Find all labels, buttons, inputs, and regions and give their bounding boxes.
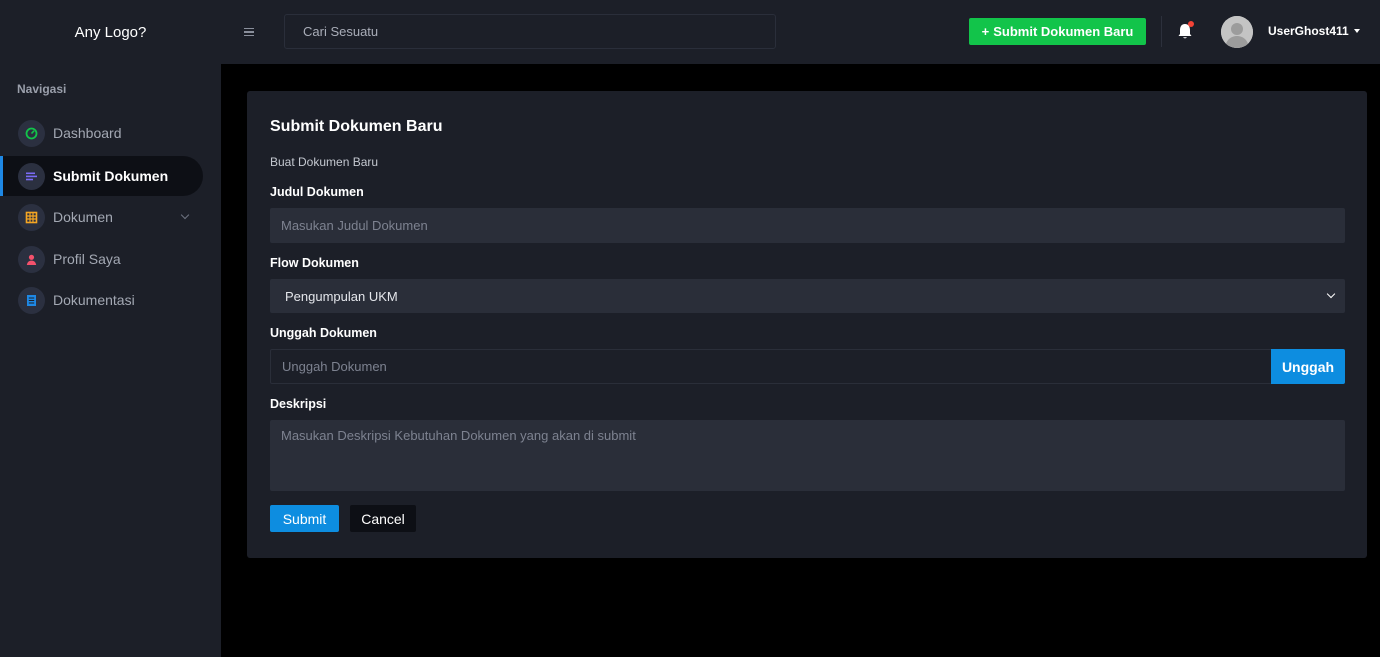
submit-new-document-button[interactable]: + Submit Dokumen Baru xyxy=(969,18,1146,45)
sidebar-heading: Navigasi xyxy=(17,82,67,96)
flow-dokumen-selected-value: Pengumpulan UKM xyxy=(285,288,398,304)
sidebar-item-profil-saya[interactable]: Profil Saya xyxy=(0,239,203,279)
flow-dokumen-select[interactable]: Pengumpulan UKM xyxy=(270,279,1345,313)
submit-button[interactable]: Submit xyxy=(270,505,339,532)
submit-new-document-label: Submit Dokumen Baru xyxy=(993,24,1134,39)
sidebar-item-label: Dokumentasi xyxy=(53,292,135,308)
deskripsi-textarea[interactable] xyxy=(270,420,1345,491)
gauge-icon xyxy=(18,119,45,147)
deskripsi-label: Deskripsi xyxy=(270,397,327,411)
unggah-button[interactable]: Unggah xyxy=(1271,349,1345,384)
sidebar-item-submit-dokumen[interactable]: Submit Dokumen xyxy=(0,156,203,196)
flow-dokumen-label: Flow Dokumen xyxy=(270,256,359,270)
sidebar-item-dokumen[interactable]: Dokumen xyxy=(0,197,203,237)
username-label[interactable]: UserGhost411 xyxy=(1268,24,1349,38)
unggah-dokumen-label: Unggah Dokumen xyxy=(270,326,377,340)
sidebar-item-label: Dashboard xyxy=(53,125,122,141)
avatar[interactable] xyxy=(1221,16,1253,48)
caret-down-icon[interactable] xyxy=(1354,29,1360,33)
app-logo[interactable]: Any Logo? xyxy=(0,0,221,64)
sidebar-item-label: Submit Dokumen xyxy=(53,168,169,184)
sidebar-item-label: Dokumen xyxy=(53,209,113,225)
menu-toggle-icon[interactable] xyxy=(244,22,260,42)
chevron-down-icon xyxy=(1326,289,1336,299)
submit-document-card: Submit Dokumen Baru Buat Dokumen Baru Ju… xyxy=(247,91,1367,558)
top-navbar: Any Logo? + Submit Dokumen Baru UserGhos… xyxy=(0,0,1380,64)
notification-dot xyxy=(1188,21,1194,27)
header-divider xyxy=(1161,16,1162,47)
judul-dokumen-input[interactable] xyxy=(270,208,1345,243)
chevron-down-icon xyxy=(180,210,190,220)
search-input[interactable] xyxy=(284,14,776,49)
plus-icon: + xyxy=(981,24,990,39)
sidebar-item-dashboard[interactable]: Dashboard xyxy=(0,113,203,153)
page-title: Submit Dokumen Baru xyxy=(270,118,443,135)
cancel-button[interactable]: Cancel xyxy=(350,505,416,532)
sidebar-item-dokumentasi[interactable]: Dokumentasi xyxy=(0,280,203,320)
bell-icon[interactable] xyxy=(1176,20,1196,42)
sidebar: Navigasi Dashboard Submit Dokumen Dokume… xyxy=(0,64,221,657)
user-icon xyxy=(18,245,45,273)
grid-icon xyxy=(18,203,45,231)
unggah-dokumen-input[interactable] xyxy=(270,349,1272,384)
list-icon xyxy=(18,162,45,190)
document-icon xyxy=(18,286,45,314)
sidebar-item-label: Profil Saya xyxy=(53,251,121,267)
judul-dokumen-label: Judul Dokumen xyxy=(270,185,364,199)
page-subtitle: Buat Dokumen Baru xyxy=(270,155,379,169)
